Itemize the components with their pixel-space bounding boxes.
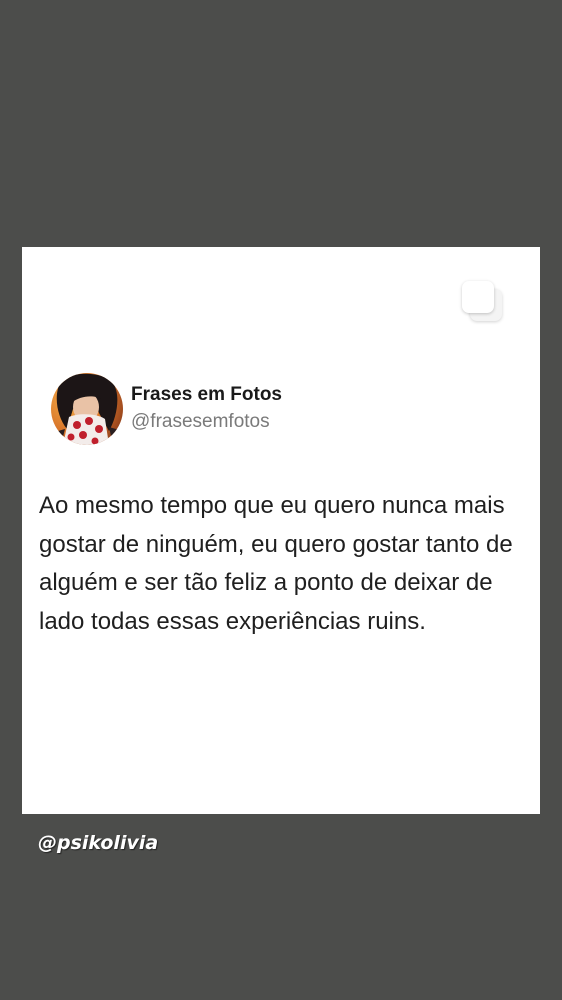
story-watermark: @psikolivia [38,832,159,854]
display-name[interactable]: Frases em Fotos [131,384,282,406]
post-card: Frases em Fotos @frasesemfotos Ao mesmo … [22,247,540,814]
avatar[interactable] [51,373,123,445]
avatar-image [51,373,123,445]
multiple-images-icon[interactable] [462,281,506,325]
user-handle[interactable]: @frasesemfotos [131,411,270,433]
post-text: Ao mesmo tempo que eu quero nunca mais g… [39,492,513,635]
